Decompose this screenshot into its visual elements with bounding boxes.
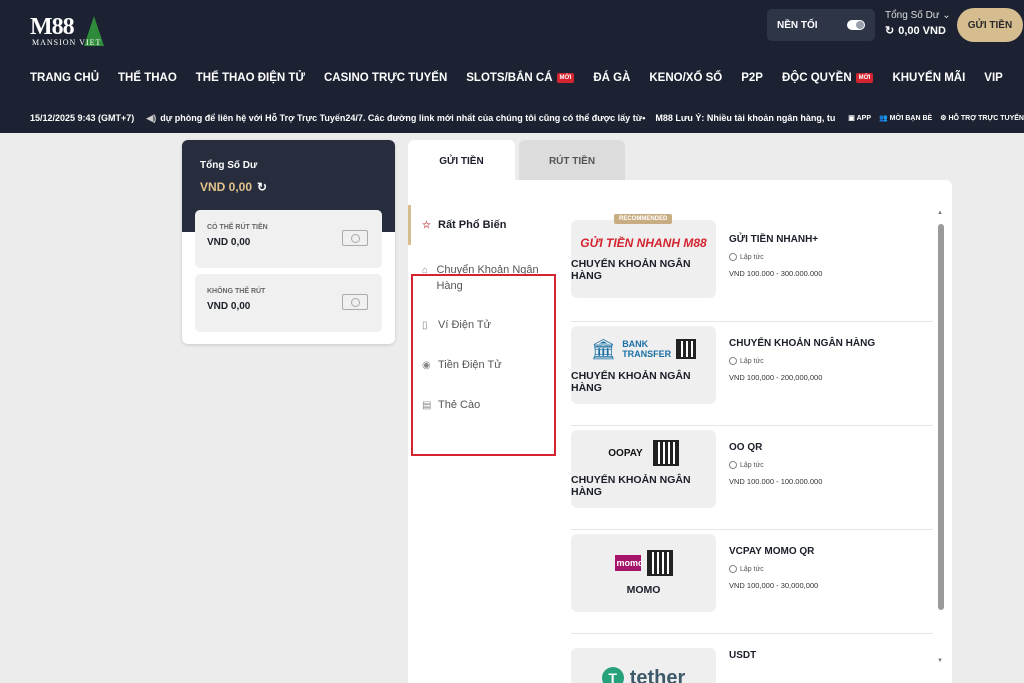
total-balance-label: Tổng Số Dư xyxy=(200,160,258,171)
nav-esports[interactable]: THỂ THAO ĐIỆN TỬ xyxy=(196,72,305,84)
category-list: ☆ Rất Phổ Biến ⌂ Chuyển Khoản Ngân Hàng ▯ V… xyxy=(408,205,559,456)
toggle-switch[interactable] xyxy=(847,20,865,30)
nav-promotions[interactable]: KHUYẾN MÃI xyxy=(892,72,965,84)
method-name: GỬI TIỀN NHANH+ xyxy=(729,234,819,245)
bank-icon: 🏛 xyxy=(590,338,617,361)
logo-caption: CHUYỂN KHOẢN NGÂN HÀNG xyxy=(571,369,691,394)
cash-lock-icon xyxy=(342,294,368,310)
invite-friends-link[interactable]: 👥 MỜI BẠN BÈ xyxy=(879,114,932,122)
nav-exclusive[interactable]: ĐỘC QUYỀN MỚI xyxy=(782,72,874,84)
method-range: VND 100,000 - 200,000,000 xyxy=(729,373,823,382)
method-logo: OOPAY CHUYỂN KHOẢN NGÂN HÀNG xyxy=(571,430,716,508)
nav-casino[interactable]: CASINO TRỰC TUYẾN xyxy=(324,72,447,84)
method-logo: momo MOMO xyxy=(571,534,716,612)
balance-value: ↻ 0,00 VND xyxy=(885,24,946,38)
qr-icon xyxy=(676,339,697,359)
announcement-ticker: 15/12/2025 9:43 (GMT+7) ◀) dự phòng để l… xyxy=(0,108,1024,128)
method-name: VCPAY MOMO QR xyxy=(729,546,815,557)
method-name: USDT xyxy=(729,650,757,661)
clock-icon xyxy=(729,253,737,261)
method-range: VND 100,000 - 30,000,000 xyxy=(729,581,819,590)
datetime: 15/12/2025 9:43 (GMT+7) xyxy=(30,113,135,123)
nav-p2p[interactable]: P2P xyxy=(741,72,763,84)
deposit-button[interactable]: GỬI TIỀN xyxy=(957,8,1023,42)
app-link[interactable]: ▣ APP xyxy=(848,114,871,122)
balance-label: Tổng Số Dư ⌄ xyxy=(885,10,951,21)
live-support-link[interactable]: ⚙ HỖ TRỢ TRỰC TUYẾN xyxy=(940,114,1024,122)
category-popular[interactable]: ☆ Rất Phổ Biến xyxy=(408,205,559,245)
brand-text: tether xyxy=(629,666,686,683)
ticker-message: dự phòng để liên hệ với Hỗ Trợ Trực Tuyế… xyxy=(160,113,643,123)
recommended-badge: RECOMMENDED xyxy=(614,214,673,224)
logo-caption: CHUYỂN KHOẢN NGÂN HÀNG xyxy=(571,258,691,282)
cash-icon xyxy=(342,230,368,246)
m88-logo[interactable]: M88 MANSION VIET xyxy=(30,14,112,56)
dot-separator: • xyxy=(642,113,646,123)
clock-icon xyxy=(729,461,737,469)
withdrawable-box: CÓ THỂ RÚT TIỀN VND 0,00 xyxy=(195,210,382,268)
tab-withdraw[interactable]: RÚT TIỀN xyxy=(519,140,625,182)
wallet-card: Tổng Số Dư VND 0,00 ↻ CÓ THỂ RÚT TIỀN VND… xyxy=(182,140,395,344)
scroll-up-icon[interactable]: ▲ xyxy=(937,210,943,216)
brand-text: BANK TRANSFER xyxy=(622,339,672,359)
method-name: OO QR xyxy=(729,442,763,453)
refresh-icon[interactable]: ↻ xyxy=(885,24,894,37)
brand-text: OOPAY xyxy=(608,447,643,459)
ticker-message-2: M88 Lưu Ý: Nhiều tài khoản ngân hàng, tu xyxy=(655,113,836,123)
qr-icon xyxy=(652,440,679,466)
method-logo: Ttether xyxy=(571,648,716,683)
non-withdrawable-box: KHÔNG THỂ RÚT VND 0,00 xyxy=(195,274,382,332)
payment-methods-list: RECOMMENDED GỬI TIỀN NHANH M88 CHUYỂN KH… xyxy=(571,214,933,683)
clock-icon xyxy=(729,357,737,365)
new-badge: MỚI xyxy=(556,73,575,83)
logo-text: M88 xyxy=(30,14,75,40)
method-item[interactable]: 🏛 BANK TRANSFER CHUYỂN KHOẢN NGÂN HÀNG CH… xyxy=(571,322,933,426)
dark-mode-toggle[interactable]: NỀN TỐI xyxy=(767,9,875,41)
nav-keno[interactable]: KENO/XỔ SỐ xyxy=(649,72,722,84)
method-range: VND 100.000 - 300.000.000 xyxy=(729,269,823,278)
top-header: M88 MANSION VIET NỀN TỐI Tổng Số Dư ⌄ ↻ 0… xyxy=(0,0,1024,133)
brand-text: GỬI TIỀN NHANH M88 xyxy=(580,236,707,250)
scrollbar[interactable]: ▲ ▼ xyxy=(937,210,945,670)
method-speed: Lập tức xyxy=(729,253,822,261)
megaphone-icon: ◀) xyxy=(146,112,157,123)
nav-sports[interactable]: THỂ THAO xyxy=(118,72,177,84)
method-item[interactable]: OOPAY CHUYỂN KHOẢN NGÂN HÀNG OO QR Lập t… xyxy=(571,426,933,530)
scroll-down-icon[interactable]: ▼ xyxy=(937,658,943,664)
star-icon: ☆ xyxy=(422,220,431,231)
highlight-box xyxy=(411,274,556,456)
tether-icon: T xyxy=(601,667,624,683)
nav-cockfight[interactable]: ĐÁ GÀ xyxy=(593,72,630,84)
qr-icon xyxy=(646,550,673,576)
method-speed: Lập tức xyxy=(729,357,875,365)
momo-logo-icon: momo xyxy=(614,555,644,571)
method-name: CHUYỂN KHOẢN NGÂN HÀNG xyxy=(729,338,876,349)
method-range: VND 100.000 - 100.000.000 xyxy=(729,477,823,486)
header-balance[interactable]: Tổng Số Dư ⌄ ↻ 0,00 VND xyxy=(885,10,951,37)
deposit-panel: ☆ Rất Phổ Biến ⌂ Chuyển Khoản Ngân Hàng ▯ V… xyxy=(408,180,952,683)
method-item[interactable]: momo MOMO VCPAY MOMO QR Lập tức VND 100,… xyxy=(571,530,933,634)
logo-subtitle: MANSION VIET xyxy=(32,38,102,47)
main-nav: TRANG CHỦ THỂ THAO THỂ THAO ĐIỆN TỬ CASI… xyxy=(30,72,1022,84)
tab-deposit[interactable]: GỬI TIỀN xyxy=(408,140,515,182)
refresh-icon[interactable]: ↻ xyxy=(257,180,267,194)
method-logo: RECOMMENDED GỬI TIỀN NHANH M88 CHUYỂN KH… xyxy=(571,214,716,298)
logo-caption: MOMO xyxy=(626,584,661,596)
method-logo: 🏛 BANK TRANSFER CHUYỂN KHOẢN NGÂN HÀNG xyxy=(571,326,716,404)
method-speed: Lập tức xyxy=(729,461,822,469)
nav-vip[interactable]: VIP xyxy=(984,72,1003,84)
method-speed: Lập tức xyxy=(729,565,818,573)
total-balance-value: VND 0,00 ↻ xyxy=(200,180,268,194)
clock-icon xyxy=(729,565,737,573)
new-badge: MỚI xyxy=(855,73,874,83)
nav-home[interactable]: TRANG CHỦ xyxy=(30,72,99,84)
dark-mode-label: NỀN TỐI xyxy=(777,19,818,31)
method-item[interactable]: Ttether USDT xyxy=(571,634,933,683)
scrollbar-thumb[interactable] xyxy=(938,224,944,610)
logo-caption: CHUYỂN KHOẢN NGÂN HÀNG xyxy=(571,474,691,498)
nav-slots[interactable]: SLOTS/BẮN CÁ MỚI xyxy=(466,72,575,84)
method-item[interactable]: RECOMMENDED GỬI TIỀN NHANH M88 CHUYỂN KH… xyxy=(571,214,933,322)
